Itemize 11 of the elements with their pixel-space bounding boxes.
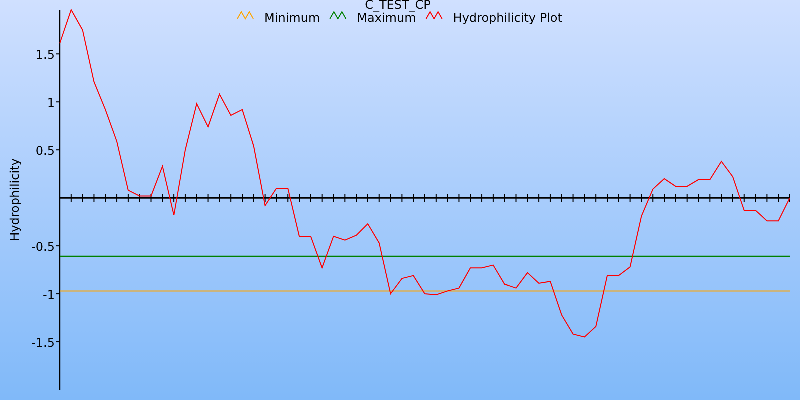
y-tick-label: -1.5 [32, 336, 55, 350]
legend-label: Hydrophilicity Plot [453, 11, 562, 25]
legend-label: Minimum [264, 11, 320, 25]
y-tick-label: -1 [43, 288, 55, 302]
y-tick-label: 1 [47, 96, 55, 110]
y-tick-label: 1.5 [36, 48, 55, 62]
chart-title: C_TEST_CP [365, 0, 431, 12]
y-axis-label: Hydrophilicity [8, 158, 22, 242]
y-tick-label: -0.5 [32, 240, 55, 254]
legend-label: Maximum [357, 11, 416, 25]
y-tick-label: 0.5 [36, 144, 55, 158]
